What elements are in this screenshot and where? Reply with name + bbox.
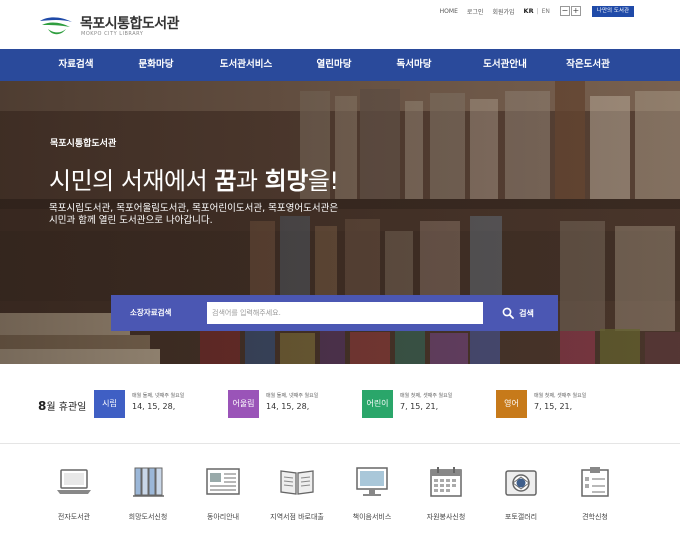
- holiday-days: 7, 15, 21,: [534, 402, 573, 411]
- zoom-out-button[interactable]: −: [559, 6, 570, 16]
- login-link[interactable]: 로그인: [467, 7, 484, 16]
- logo-subtitle: MOKPO CITY LIBRARY: [81, 31, 144, 37]
- lang-separator: |: [536, 7, 539, 15]
- service-label: 포토갤러리: [504, 513, 538, 521]
- service-ebook-library[interactable]: 전자도서관: [34, 465, 114, 527]
- logo-mark-icon: [40, 17, 72, 35]
- quick-services: 전자도서관 희망도서신청 동아리안내 지역서점 바로대출 책이음서비스 자원봉사…: [0, 445, 680, 535]
- hero-desc-line: 목포시립도서관, 목포어울림도서관, 목포어린이도서관, 목포영어도서관은: [49, 203, 339, 214]
- laptop-icon: [57, 469, 91, 494]
- nav-item-reading[interactable]: 독서마당: [397, 49, 432, 81]
- service-volunteer[interactable]: 자원봉사신청: [406, 465, 486, 527]
- lang-kr-link[interactable]: KR: [524, 7, 534, 15]
- utility-menu: HOME 로그인 회원가입 KR | EN − + 나만의 도서관: [440, 5, 634, 17]
- hero-desc-line: 시민과 함께 열린 도서관으로 나아갑니다.: [49, 215, 213, 226]
- zoom-in-button[interactable]: +: [570, 6, 581, 16]
- holiday-title: 8월 휴관일: [38, 398, 86, 413]
- nav-item-open[interactable]: 열린마당: [317, 49, 352, 81]
- service-label: 책이음서비스: [352, 513, 392, 521]
- holiday-note: 매월 첫째, 셋째주 월요일: [534, 393, 587, 399]
- nav-item-guide[interactable]: 도서관안내: [483, 49, 527, 81]
- main-nav: 자료검색 문화마당 도서관서비스 열린마당 독서마당 도서관안내 작은도서관: [0, 49, 680, 81]
- lang-en-link[interactable]: EN: [542, 8, 550, 15]
- service-photo-gallery[interactable]: 포토갤러리: [481, 465, 561, 527]
- headline-part: 을!: [307, 167, 339, 195]
- holiday-note: 매월 첫째, 셋째주 월요일: [400, 393, 453, 399]
- collection-search-box: 소장자료검색 검색: [111, 295, 558, 331]
- service-book-link[interactable]: 책이음서비스: [332, 465, 412, 527]
- home-link[interactable]: HOME: [440, 8, 458, 15]
- library-badge[interactable]: 시립: [94, 390, 125, 418]
- holiday-days: 14, 15, 28,: [132, 402, 176, 411]
- site-logo[interactable]: 목포시통합도서관 MOKPO CITY LIBRARY: [38, 13, 188, 39]
- holiday-days: 7, 15, 21,: [400, 402, 439, 411]
- headline-bold-dream: 꿈: [214, 167, 236, 195]
- holiday-note: 매월 둘째, 넷째주 월요일: [266, 393, 319, 399]
- headline-bold-hope: 희망: [264, 167, 309, 195]
- header: 목포시통합도서관 MOKPO CITY LIBRARY HOME 로그인 회원가…: [0, 0, 680, 49]
- service-label: 동아리안내: [206, 513, 240, 521]
- clipboard-icon: [581, 467, 609, 497]
- service-club-guide[interactable]: 동아리안내: [183, 465, 263, 527]
- search-button[interactable]: 검색: [483, 302, 553, 324]
- headline-part: 시민의 서재에서: [49, 167, 215, 195]
- hero-description: 목포시립도서관, 목포어울림도서관, 목포어린이도서관, 목포영어도서관은 시민…: [49, 203, 338, 227]
- library-badge[interactable]: 영어: [496, 390, 527, 418]
- calendar-icon: [430, 467, 462, 497]
- my-library-button[interactable]: 나만의 도서관: [591, 5, 634, 17]
- holiday-days: 14, 15, 28,: [266, 402, 310, 411]
- camera-icon: [505, 470, 537, 496]
- monitor-icon: [356, 467, 388, 496]
- bulletin-icon: [206, 468, 240, 495]
- hero-label: 목포시통합도서관: [50, 139, 117, 149]
- search-icon: [502, 307, 515, 319]
- logo-title: 목포시통합도서관: [80, 16, 180, 32]
- search-label: 소장자료검색: [130, 308, 172, 317]
- nav-item-culture[interactable]: 문화마당: [139, 49, 174, 81]
- library-badge[interactable]: 어린이: [362, 390, 393, 418]
- service-hope-book[interactable]: 희망도서신청: [108, 465, 188, 527]
- service-label: 자원봉사신청: [426, 513, 466, 521]
- hero-banner: 목포시통합도서관 시민의 서재에서 꿈과 희망을! 목포시립도서관, 목포어울림…: [0, 81, 680, 364]
- holiday-section: 8월 휴관일 시립 매월 둘째, 넷째주 월요일 14, 15, 28, 어울림…: [0, 364, 680, 444]
- hero-headline: 시민의 서재에서 꿈과 희망을!: [49, 161, 339, 196]
- signup-link[interactable]: 회원가입: [492, 7, 514, 16]
- nav-item-search[interactable]: 자료검색: [59, 49, 94, 81]
- nav-item-services[interactable]: 도서관서비스: [220, 49, 272, 81]
- library-badge[interactable]: 어울림: [228, 390, 259, 418]
- holiday-note: 매월 둘째, 넷째주 월요일: [132, 393, 185, 399]
- open-book-icon: [280, 470, 314, 495]
- nav-item-small-library[interactable]: 작은도서관: [566, 49, 610, 81]
- service-label: 지역서점 바로대출: [270, 513, 324, 521]
- service-label: 견학신청: [582, 513, 608, 521]
- books-icon: [133, 467, 164, 497]
- service-label: 희망도서신청: [128, 513, 168, 521]
- service-local-bookstore[interactable]: 지역서점 바로대출: [257, 465, 337, 527]
- headline-part: 과: [235, 167, 265, 195]
- service-label: 전자도서관: [57, 513, 91, 521]
- service-tour-request[interactable]: 견학신청: [555, 465, 635, 527]
- search-button-label: 검색: [519, 308, 534, 318]
- search-input[interactable]: [207, 302, 483, 324]
- holiday-title-suffix: 월 휴관일: [46, 402, 87, 413]
